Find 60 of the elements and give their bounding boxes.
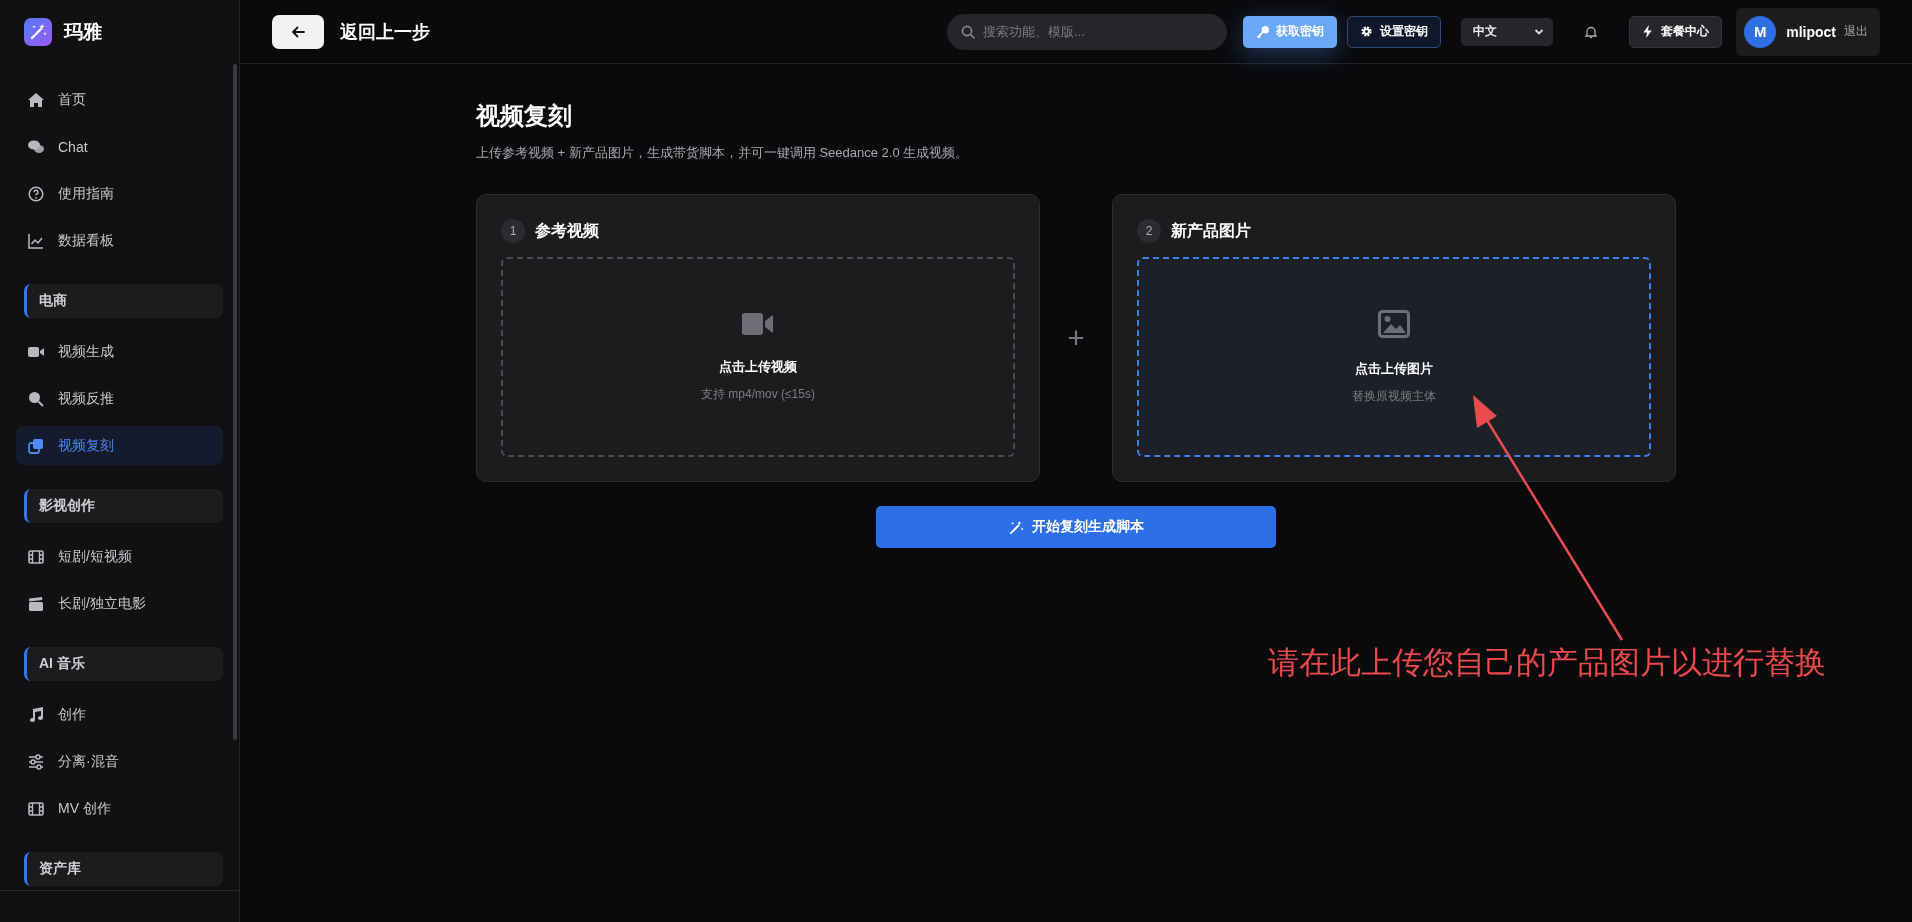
key-icon	[1256, 25, 1270, 38]
back-button[interactable]	[272, 14, 324, 49]
chat-bubbles-icon	[28, 138, 44, 155]
upload-dropzone[interactable]: 点击上传视频 支持 mp4/mov (≤15s)	[501, 257, 1015, 457]
step-number: 1	[501, 219, 525, 243]
upload-hint: 替换原视频主体	[1352, 387, 1436, 405]
image-icon	[1378, 309, 1410, 338]
key-button[interactable]: 设置密钥	[1347, 15, 1442, 48]
plan-center-button[interactable]: 套餐中心	[1629, 15, 1723, 48]
card-title: 新产品图片	[1171, 220, 1251, 241]
film-icon	[28, 800, 44, 817]
back-arrow-icon	[291, 24, 305, 39]
help-icon	[28, 185, 44, 202]
logout-link[interactable]: 退出	[1844, 23, 1868, 40]
nav-item[interactable]: Chat	[16, 127, 223, 166]
section-header: 影视创作	[24, 489, 223, 523]
page-back-title: 返回上一步	[340, 20, 430, 44]
scrollbar[interactable]	[233, 64, 237, 740]
upload-hint: 支持 mp4/mov (≤15s)	[701, 385, 815, 403]
sliders-icon	[28, 753, 44, 770]
home-icon	[28, 91, 44, 108]
line-chart-icon	[28, 232, 44, 249]
nav-item[interactable]: 视频生成	[16, 332, 223, 371]
avatar[interactable]: M	[1744, 15, 1777, 48]
step-number: 2	[1137, 219, 1161, 243]
magic-wand-logo	[24, 18, 52, 46]
nav-item[interactable]: 视频复刻	[16, 426, 223, 465]
annotation-text: 请在此上传您自己的产品图片以进行替换	[1268, 644, 1826, 682]
nav-item[interactable]: 数据看板	[16, 221, 223, 260]
nav-item[interactable]: 短剧/短视频	[16, 537, 223, 576]
upload-dropzone[interactable]: 点击上传图片 替换原视频主体	[1137, 257, 1651, 457]
generate-script-button[interactable]: 开始复刻生成脚本	[876, 506, 1276, 548]
music-note-icon	[28, 706, 44, 723]
copy-icon	[28, 437, 44, 454]
section-header: 资产库	[24, 852, 223, 886]
search-field[interactable]: 搜索功能、模版...	[947, 13, 1228, 50]
page-description: 上传参考视频 + 新产品图片，生成带货脚本，并可一键调用 Seedance 2.0 生成视频。	[476, 144, 970, 162]
nav-item[interactable]: 长剧/独立电影	[16, 584, 223, 623]
nav-item[interactable]: 创作	[16, 695, 223, 734]
nav-item[interactable]: 使用指南	[16, 174, 223, 213]
nav-item[interactable]: 视频反推	[16, 379, 223, 418]
film-icon	[28, 548, 44, 565]
nav-item[interactable]: 分离·混音	[16, 742, 223, 781]
section-header: AI 音乐	[24, 647, 223, 681]
card-title: 参考视频	[535, 220, 599, 241]
section-header: 电商	[24, 284, 223, 318]
gear-icon	[1360, 25, 1374, 38]
upload-label: 点击上传图片	[1355, 359, 1433, 378]
language-select[interactable]: 中文	[1461, 17, 1554, 46]
app-name: 玛雅	[64, 20, 102, 44]
upload-label: 点击上传视频	[719, 357, 797, 376]
nav-item[interactable]: 首页	[16, 80, 223, 119]
bell-icon	[1584, 24, 1599, 39]
username: mlipoct	[1786, 23, 1836, 40]
magic-wand-icon	[1008, 519, 1024, 535]
plus-sign: +	[1066, 321, 1086, 355]
video-camera-icon	[742, 311, 774, 336]
page-title: 视频复刻	[476, 101, 573, 131]
nav-item[interactable]: MV 创作	[16, 789, 223, 828]
clapperboard-icon	[28, 595, 44, 612]
